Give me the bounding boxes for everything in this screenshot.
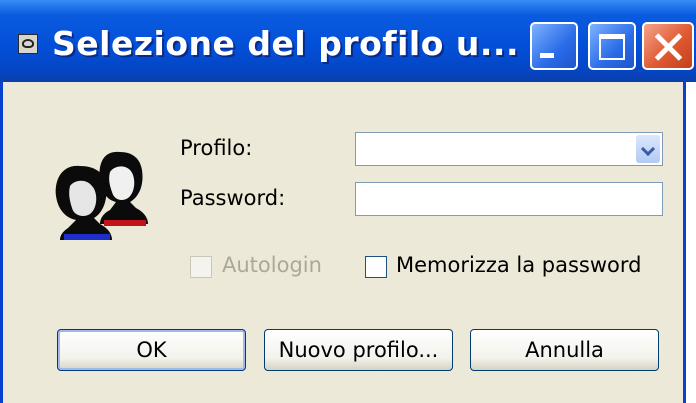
cancel-button[interactable]: Annulla: [470, 329, 659, 371]
users-icon: [55, 151, 148, 240]
close-icon: [644, 24, 692, 68]
close-button[interactable]: [642, 22, 694, 70]
profile-label: Profilo:: [180, 136, 253, 160]
remember-password-label[interactable]: Memorizza la password: [396, 253, 641, 277]
window-title: Selezione del profilo u...: [52, 24, 520, 63]
ok-button[interactable]: OK: [57, 329, 246, 371]
title-bar[interactable]: Selezione del profilo u...: [0, 0, 696, 82]
password-label: Password:: [180, 186, 286, 210]
chevron-down-icon[interactable]: [636, 135, 660, 163]
maximize-button[interactable]: [588, 22, 636, 70]
autologin-checkbox: [190, 256, 212, 278]
autologin-label: Autologin: [222, 253, 322, 277]
minimize-icon: [540, 53, 554, 58]
new-profile-button[interactable]: Nuovo profilo...: [264, 329, 453, 371]
app-icon[interactable]: [18, 34, 38, 54]
minimize-button[interactable]: [530, 22, 578, 70]
password-field[interactable]: [355, 182, 663, 216]
remember-password-checkbox[interactable]: [365, 256, 387, 278]
profile-select[interactable]: [355, 132, 663, 166]
maximize-icon: [599, 34, 625, 60]
